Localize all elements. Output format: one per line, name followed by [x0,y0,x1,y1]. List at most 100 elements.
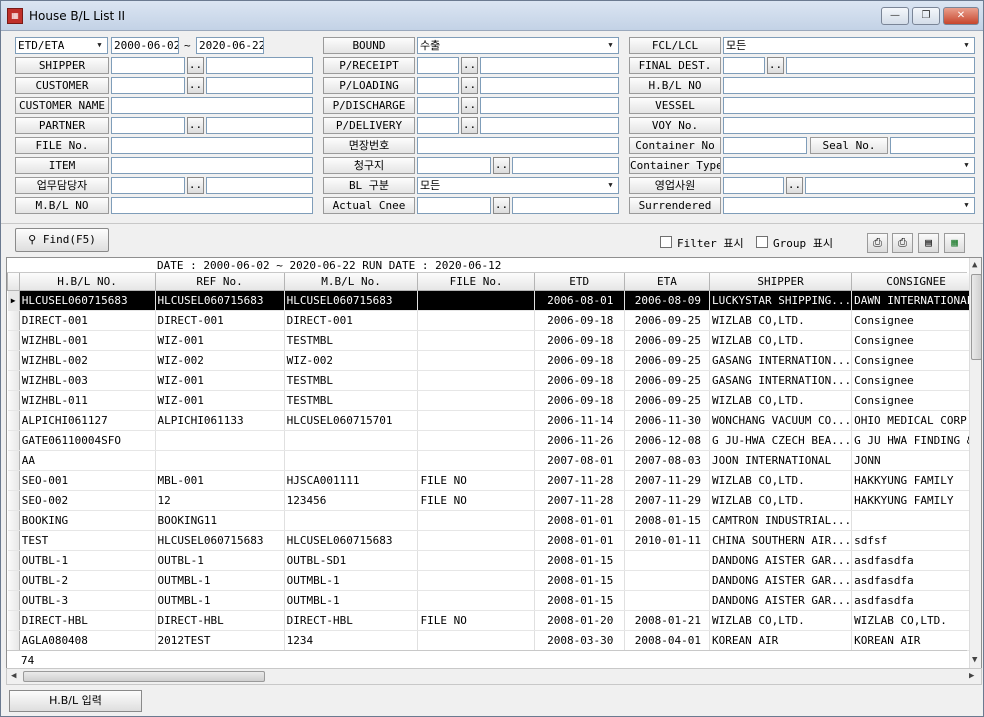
table-cell[interactable] [624,590,711,611]
table-cell[interactable]: OUTBL-SD1 [284,550,419,571]
table-cell[interactable] [417,430,535,451]
staff-code-input[interactable] [111,177,185,194]
print-preview-icon[interactable]: ⎙ [867,233,888,253]
horizontal-scrollbar[interactable]: ◀ ▶ [6,668,982,685]
table-cell[interactable]: sdfsf [851,530,981,551]
bound-select[interactable]: 수출 ▼ [417,37,619,54]
sales-name-input[interactable] [805,177,975,194]
receipt-code-input[interactable] [417,57,459,74]
table-cell[interactable]: WIZLAB CO,LTD. [851,610,981,631]
table-row[interactable]: DIRECT-HBL DIRECT-HBL DIRECT-HBL FILE NO 200… [7,610,981,631]
scroll-left-icon[interactable]: ◀ [11,671,16,681]
row-indicator[interactable] [7,470,20,491]
table-cell[interactable]: 2006-08-01 [534,290,625,311]
table-row[interactable]: GATE06110004SFO 2006-11-26 2006-12-08 G JU-… [7,430,981,451]
table-cell[interactable]: BOOKING11 [155,510,285,531]
row-indicator[interactable] [7,590,20,611]
table-cell[interactable]: KOREAN AIR [851,630,981,651]
hbl-no-input[interactable] [723,77,975,94]
table-row[interactable]: OUTBL-2 OUTMBL-1 OUTMBL-1 2008-01-15 DANDONG… [7,570,981,591]
table-row[interactable]: AA 2007-08-01 2007-08-03 JOON INTERNATIONAL… [7,450,981,471]
row-indicator[interactable] [7,350,20,371]
table-cell[interactable]: WIZLAB CO,LTD. [709,610,853,631]
table-cell[interactable]: Consignee [851,310,981,331]
col-hbl-no[interactable]: H.B/L NO. [18,273,156,291]
shipper-lookup-button[interactable]: .. [187,57,204,74]
table-cell[interactable]: 2008-01-21 [624,610,711,631]
table-cell[interactable]: GASANG INTERNATION... [709,370,853,391]
row-indicator[interactable] [7,490,20,511]
file-no-input[interactable] [111,137,313,154]
row-indicator[interactable] [7,390,20,411]
table-cell[interactable]: Consignee [851,370,981,391]
table-cell[interactable] [417,450,535,471]
table-cell[interactable]: WIZLAB CO,LTD. [709,490,853,511]
partner-name-input[interactable] [206,117,313,134]
sales-code-input[interactable] [723,177,784,194]
table-cell[interactable] [155,450,285,471]
table-cell[interactable]: 12 [155,490,285,511]
discharge-code-input[interactable] [417,97,459,114]
table-row[interactable]: WIZHBL-011 WIZ-001 TESTMBL 2006-09-18 2006-0… [7,390,981,411]
row-indicator[interactable] [7,410,20,431]
delivery-name-input[interactable] [480,117,619,134]
table-cell[interactable] [624,550,711,571]
table-row[interactable]: WIZHBL-002 WIZ-002 WIZ-002 2006-09-18 2006-0… [7,350,981,371]
table-cell[interactable] [417,370,535,391]
table-cell[interactable]: WIZ-002 [284,350,419,371]
col-file-no[interactable]: FILE No. [417,273,535,291]
scroll-down-icon[interactable]: ▼ [972,655,977,665]
table-cell[interactable]: OUTBL-3 [19,590,156,611]
scroll-right-icon[interactable]: ▶ [969,671,974,681]
excel-export-icon[interactable]: ▦ [944,233,965,253]
customer-lookup-button[interactable]: .. [187,77,204,94]
row-indicator[interactable] [7,510,20,531]
final-dest-name-input[interactable] [786,57,975,74]
row-indicator[interactable] [7,450,20,471]
final-dest-code-input[interactable] [723,57,765,74]
find-button[interactable]: ⚲ Find(F5) [15,228,109,252]
table-cell[interactable]: TESTMBL [284,390,419,411]
table-cell[interactable]: 2006-09-25 [624,350,711,371]
table-cell[interactable]: TEST [19,530,156,551]
table-cell[interactable] [417,550,535,571]
table-cell[interactable] [417,630,535,651]
table-cell[interactable]: HLCUSEL060715683 [19,290,156,311]
table-row[interactable]: SEO-001 MBL-001 HJSCA001111 FILE NO 2007-11-… [7,470,981,491]
table-cell[interactable]: 2006-08-09 [624,290,711,311]
table-cell[interactable]: 2008-03-30 [534,630,625,651]
table-cell[interactable] [417,290,535,311]
table-cell[interactable]: HJSCA001111 [284,470,419,491]
table-cell[interactable]: OUTMBL-1 [284,570,419,591]
voy-input[interactable] [723,117,975,134]
table-cell[interactable] [417,390,535,411]
table-cell[interactable]: DIRECT-001 [155,310,285,331]
surrendered-select[interactable]: ▼ [723,197,975,214]
table-cell[interactable] [155,430,285,451]
table-cell[interactable]: HLCUSEL060715683 [155,290,285,311]
table-cell[interactable]: SEO-001 [19,470,156,491]
col-mbl-no[interactable]: M.B/L No. [283,273,419,291]
table-cell[interactable]: 2008-01-15 [534,590,625,611]
seal-no-input[interactable] [890,137,975,154]
vessel-input[interactable] [723,97,975,114]
table-cell[interactable]: 2006-09-18 [534,330,625,351]
table-cell[interactable]: AGLA080408 [19,630,156,651]
table-cell[interactable]: 2007-11-28 [534,490,625,511]
table-cell[interactable] [417,510,535,531]
row-indicator[interactable] [7,530,20,551]
table-row[interactable]: WIZHBL-001 WIZ-001 TESTMBL 2006-09-18 2006-0… [7,330,981,351]
actual-cnee-name-input[interactable] [512,197,619,214]
col-etd[interactable]: ETD [533,273,625,291]
table-cell[interactable]: SEO-002 [19,490,156,511]
actual-cnee-code-input[interactable] [417,197,491,214]
customer-code-input[interactable] [111,77,185,94]
table-cell[interactable]: 2008-01-15 [534,570,625,591]
table-cell[interactable]: 2006-11-14 [534,410,625,431]
table-cell[interactable]: 2008-04-01 [624,630,711,651]
table-cell[interactable]: 2006-12-08 [624,430,711,451]
table-cell[interactable]: DIRECT-001 [284,310,419,331]
table-cell[interactable]: ALPICHI061127 [19,410,156,431]
date-type-select[interactable]: ETD/ETA ▼ [15,37,108,54]
table-cell[interactable]: WIZLAB CO,LTD. [709,470,853,491]
